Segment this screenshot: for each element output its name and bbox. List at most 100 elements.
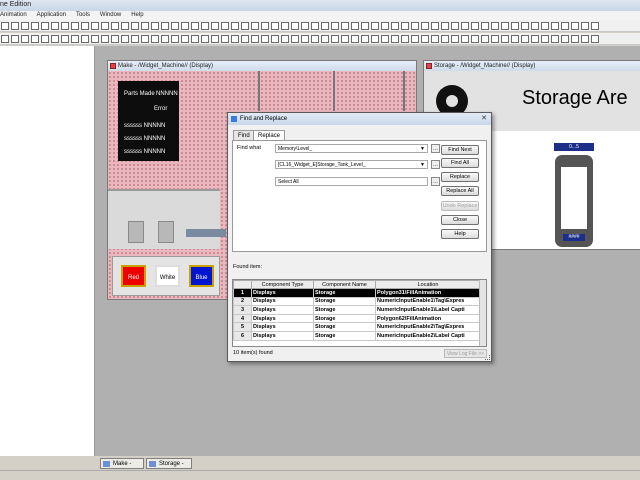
toolbar-button-icon[interactable]: [291, 35, 299, 43]
toolbar-button-icon[interactable]: [421, 22, 429, 30]
toolbar-button-icon[interactable]: [461, 22, 469, 30]
toolbar-button-icon[interactable]: [11, 22, 19, 30]
toolbar-button-icon[interactable]: [491, 35, 499, 43]
toolbar-button-icon[interactable]: [131, 35, 139, 43]
toolbar-button-icon[interactable]: [51, 35, 59, 43]
toolbar-button-icon[interactable]: [501, 35, 509, 43]
toolbar-button-icon[interactable]: [341, 35, 349, 43]
toolbar-button-icon[interactable]: [571, 22, 579, 30]
explorer-pane[interactable]: [0, 46, 95, 456]
browse-button[interactable]: …: [431, 144, 440, 153]
toolbar-button-icon[interactable]: [401, 22, 409, 30]
toolbar-button-icon[interactable]: [91, 35, 99, 43]
toolbar-button-icon[interactable]: [271, 35, 279, 43]
toolbar-button-icon[interactable]: [521, 35, 529, 43]
toolbar-button-icon[interactable]: [591, 35, 599, 43]
toolbar-button-icon[interactable]: [171, 22, 179, 30]
doc-tab-make[interactable]: Make - /W...: [100, 458, 144, 478]
toolbar-button-icon[interactable]: [541, 22, 549, 30]
toolbar-button-icon[interactable]: [301, 22, 309, 30]
results-scrollbar[interactable]: [479, 280, 486, 346]
toolbar-button-icon[interactable]: [81, 22, 89, 30]
toolbar-button-icon[interactable]: [351, 35, 359, 43]
toolbar-button-icon[interactable]: [511, 35, 519, 43]
toolbar-button-icon[interactable]: [391, 35, 399, 43]
toolbar-button-icon[interactable]: [301, 35, 309, 43]
find-replace-dialog[interactable]: Find and Replace ✕ Find Replace Find wha…: [227, 112, 492, 362]
toolbar-button-icon[interactable]: [581, 22, 589, 30]
column-header[interactable]: Component Name: [313, 280, 376, 289]
toolbar-button-icon[interactable]: [591, 22, 599, 30]
toolbar-button-icon[interactable]: [291, 22, 299, 30]
close-button[interactable]: Close: [441, 215, 479, 225]
toolbar-button-icon[interactable]: [31, 35, 39, 43]
toolbar-button-icon[interactable]: [71, 35, 79, 43]
make-window-titlebar[interactable]: Make - /Widget_Machine// (Display): [108, 61, 416, 71]
toolbar-button-icon[interactable]: [281, 22, 289, 30]
toolbar-button-icon[interactable]: [21, 35, 29, 43]
toolbar-button-icon[interactable]: [351, 22, 359, 30]
find-what-input[interactable]: Memory\Level_ ▼: [275, 144, 428, 153]
find-all-button[interactable]: Find All: [441, 158, 479, 168]
toolbar-button-icon[interactable]: [251, 35, 259, 43]
toolbar-button-icon[interactable]: [221, 35, 229, 43]
toolbar-button-icon[interactable]: [161, 35, 169, 43]
toolbar-button-icon[interactable]: [1, 35, 9, 43]
toolbar-button-icon[interactable]: [271, 22, 279, 30]
toolbar-button-icon[interactable]: [1, 22, 9, 30]
resize-grip-icon[interactable]: [485, 355, 490, 360]
help-button[interactable]: Help: [441, 229, 479, 239]
toolbar-button-icon[interactable]: [251, 22, 259, 30]
toolbar-button-icon[interactable]: [401, 35, 409, 43]
toolbar-button-icon[interactable]: [471, 22, 479, 30]
toolbar-button-icon[interactable]: [431, 35, 439, 43]
toolbar-button-icon[interactable]: [541, 35, 549, 43]
toolbar-button-icon[interactable]: [551, 35, 559, 43]
replace-button[interactable]: Replace: [441, 172, 479, 182]
toolbar-button-icon[interactable]: [121, 35, 129, 43]
toolbar-button-icon[interactable]: [561, 35, 569, 43]
toolbar-button-icon[interactable]: [231, 35, 239, 43]
toolbar-button-icon[interactable]: [371, 35, 379, 43]
toolbar-button-icon[interactable]: [451, 35, 459, 43]
blue-button[interactable]: Blue: [189, 265, 214, 287]
storage-window-titlebar[interactable]: Storage - /Widget_Machine// (Display): [424, 61, 640, 71]
toolbar-button-icon[interactable]: [181, 22, 189, 30]
toolbar-button-icon[interactable]: [361, 35, 369, 43]
toolbar-button-icon[interactable]: [91, 22, 99, 30]
dialog-titlebar[interactable]: Find and Replace ✕: [228, 113, 491, 125]
replace-all-button[interactable]: Replace All: [441, 186, 479, 196]
toolbar-button-icon[interactable]: [101, 35, 109, 43]
toolbar-button-icon[interactable]: [331, 22, 339, 30]
toolbar-button-icon[interactable]: [461, 35, 469, 43]
toolbar-button-icon[interactable]: [231, 22, 239, 30]
toolbar-button-icon[interactable]: [21, 22, 29, 30]
toolbar-button-icon[interactable]: [141, 22, 149, 30]
table-row[interactable]: 4 Displays Storage Polygon62\FillAnimati…: [233, 313, 481, 324]
toolbar-button-icon[interactable]: [71, 22, 79, 30]
toolbar-button-icon[interactable]: [131, 22, 139, 30]
menu-application[interactable]: Application: [37, 11, 66, 20]
toolbar-button-icon[interactable]: [61, 35, 69, 43]
toolbar-button-icon[interactable]: [191, 22, 199, 30]
toolbar-button-icon[interactable]: [11, 35, 19, 43]
toolbar-button-icon[interactable]: [321, 35, 329, 43]
toolbar-button-icon[interactable]: [111, 22, 119, 30]
doc-tab-storage[interactable]: Storage - /W...: [146, 458, 192, 478]
toolbar-button-icon[interactable]: [361, 22, 369, 30]
toolbar-button-icon[interactable]: [561, 22, 569, 30]
toolbar-button-icon[interactable]: [431, 22, 439, 30]
chevron-down-icon[interactable]: ▼: [420, 145, 425, 152]
toolbar-button-icon[interactable]: [81, 35, 89, 43]
toolbar-button-icon[interactable]: [571, 35, 579, 43]
toolbar-button-icon[interactable]: [421, 35, 429, 43]
toolbar-button-icon[interactable]: [61, 22, 69, 30]
toolbar-button-icon[interactable]: [171, 35, 179, 43]
toolbar-button-icon[interactable]: [261, 22, 269, 30]
toolbar-button-icon[interactable]: [101, 22, 109, 30]
toolbar-button-icon[interactable]: [581, 35, 589, 43]
toolbar-button-icon[interactable]: [241, 22, 249, 30]
toolbar-button-icon[interactable]: [531, 22, 539, 30]
browse-button[interactable]: …: [431, 177, 440, 186]
table-row[interactable]: 6 Displays Storage NumericInputEnable2\L…: [233, 330, 481, 341]
